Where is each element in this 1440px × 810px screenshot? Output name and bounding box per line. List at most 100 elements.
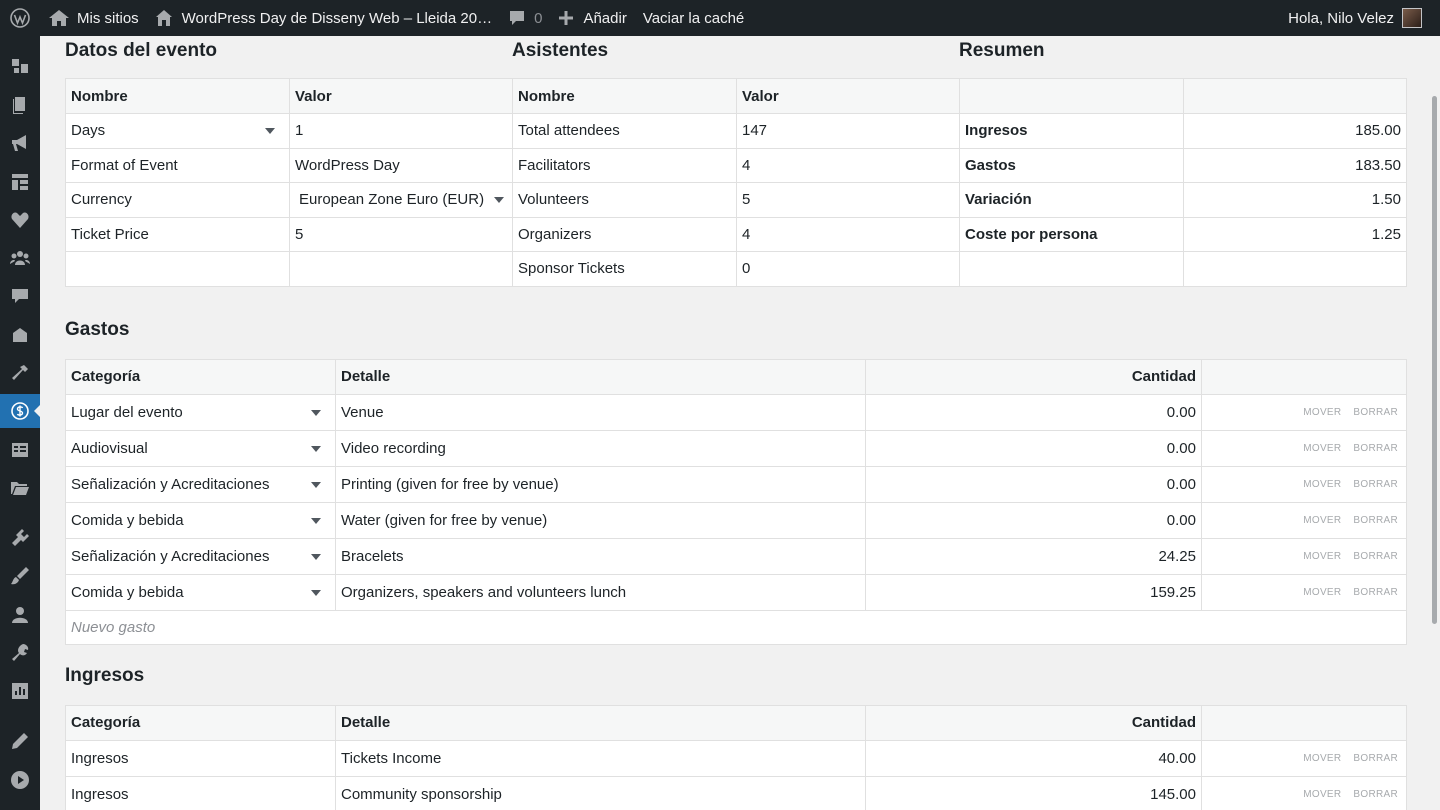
comments-menu[interactable]: 0 [500,0,550,36]
megaphone-icon[interactable] [0,126,40,160]
expenses-heading: Gastos [65,318,130,340]
income-col-detail: Detalle [335,704,866,741]
delete-button[interactable]: BORRAR [1353,407,1398,418]
move-button[interactable]: MOVER [1303,407,1341,418]
budget-icon[interactable] [0,394,41,428]
income-col-category: Categoría [65,704,336,741]
settings-icon[interactable] [0,636,40,670]
plugins-icon[interactable] [0,521,40,555]
delete-button[interactable]: BORRAR [1353,789,1398,800]
category-select[interactable]: Señalización y Acreditaciones [65,465,336,503]
layout-icon[interactable] [0,165,40,199]
detail-input[interactable]: Bracelets [335,537,866,575]
delete-button[interactable]: BORRAR [1353,753,1398,764]
site-name-menu[interactable]: WordPress Day de Disseny Web – Lleida 20… [147,0,500,36]
feedback-icon[interactable] [0,318,40,352]
new-content-menu[interactable]: Añadir [550,0,634,36]
event-field-value-input[interactable]: WordPress Day [289,147,513,183]
attendee-field-value-input[interactable]: 5 [736,182,960,218]
attendee-field-name: Total attendees [512,113,737,149]
folder-icon[interactable] [0,471,40,505]
summary-label: Variación [959,182,1184,218]
list-icon[interactable] [0,433,40,467]
groups-icon[interactable] [0,241,40,275]
event-field-value-input[interactable]: 1 [289,113,513,149]
chevron-down-icon [494,197,504,204]
scrollbar-thumb[interactable] [1432,96,1437,624]
delete-button[interactable]: BORRAR [1353,515,1398,526]
delete-button[interactable]: BORRAR [1353,479,1398,490]
play-icon[interactable] [0,763,40,797]
appearance-icon[interactable] [0,559,40,593]
my-sites-menu[interactable]: Mis sitios [40,0,147,36]
expenses-col-detail: Detalle [335,358,866,395]
event-field-select[interactable]: Days [65,113,290,149]
detail-input[interactable]: Venue [335,393,866,431]
heart-icon[interactable] [0,203,40,237]
event-col-name: Nombre [65,78,290,114]
row-actions: MOVER BORRAR [1201,429,1407,467]
attendee-field-value-input[interactable]: 4 [736,147,960,183]
amount-input[interactable]: 0.00 [865,501,1202,539]
new-expense-input[interactable]: Nuevo gasto [65,609,1407,645]
delete-button[interactable]: BORRAR [1353,587,1398,598]
category-cell[interactable]: Ingresos [65,775,336,810]
move-button[interactable]: MOVER [1303,753,1341,764]
table-row: Señalización y Acreditaciones Bracelets … [65,537,1407,575]
category-select[interactable]: Audiovisual [65,429,336,467]
purge-cache-link[interactable]: Vaciar la caché [635,0,752,36]
comments-icon[interactable] [0,279,40,313]
attendee-field-value-input[interactable]: 147 [736,113,960,149]
summary-label: Ingresos [959,113,1184,149]
tools-icon[interactable] [0,356,40,390]
event-field-value-input[interactable]: 5 [289,216,513,252]
category-select[interactable]: Comida y bebida [65,573,336,611]
row-actions: MOVER BORRAR [1201,739,1407,777]
currency-select[interactable]: European Zone Euro (EUR) [289,182,513,218]
category-select[interactable]: Señalización y Acreditaciones [65,537,336,575]
detail-input[interactable]: Organizers, speakers and volunteers lunc… [335,573,866,611]
page-scrollbar[interactable] [1428,36,1440,810]
attendees-heading: Asistentes [512,40,609,61]
row-actions: MOVER BORRAR [1201,775,1407,810]
income-heading: Ingresos [65,664,145,686]
detail-input[interactable]: Video recording [335,429,866,467]
event-field-name: Days [71,122,106,140]
detail-input[interactable]: Water (given for free by venue) [335,501,866,539]
stats-icon[interactable] [0,674,40,708]
row-actions: MOVER BORRAR [1201,393,1407,431]
category-select[interactable]: Comida y bebida [65,501,336,539]
amount-input[interactable]: 0.00 [865,429,1202,467]
pages-icon[interactable] [0,88,40,122]
detail-input[interactable]: Community sponsorship [335,775,866,810]
category-cell[interactable]: Ingresos [65,739,336,777]
delete-button[interactable]: BORRAR [1353,443,1398,454]
detail-input[interactable]: Printing (given for free by venue) [335,465,866,503]
amount-input[interactable]: 145.00 [865,775,1202,810]
amount-input[interactable]: 24.25 [865,537,1202,575]
move-button[interactable]: MOVER [1303,789,1341,800]
category-select[interactable]: Lugar del evento [65,393,336,431]
users-icon[interactable] [0,598,40,632]
move-button[interactable]: MOVER [1303,587,1341,598]
summary-label: Coste por persona [959,216,1184,252]
amount-input[interactable]: 0.00 [865,465,1202,503]
amount-input[interactable]: 0.00 [865,393,1202,431]
chevron-down-icon [311,553,321,560]
edit-icon[interactable] [0,724,40,758]
move-button[interactable]: MOVER [1303,515,1341,526]
move-button[interactable]: MOVER [1303,551,1341,562]
delete-button[interactable]: BORRAR [1353,551,1398,562]
my-account-menu[interactable]: Hola, Nilo Velez [1280,0,1440,36]
attendee-field-value-input[interactable]: 4 [736,216,960,252]
plus-icon [559,11,574,25]
wordpress-logo-icon[interactable] [0,0,40,36]
dashboard-icon[interactable] [0,49,40,83]
attendee-field-value-input[interactable]: 0 [736,251,960,287]
amount-input[interactable]: 40.00 [865,739,1202,777]
amount-input[interactable]: 159.25 [865,573,1202,611]
move-button[interactable]: MOVER [1303,479,1341,490]
move-button[interactable]: MOVER [1303,443,1341,454]
chevron-down-icon [311,409,321,416]
detail-input[interactable]: Tickets Income [335,739,866,777]
